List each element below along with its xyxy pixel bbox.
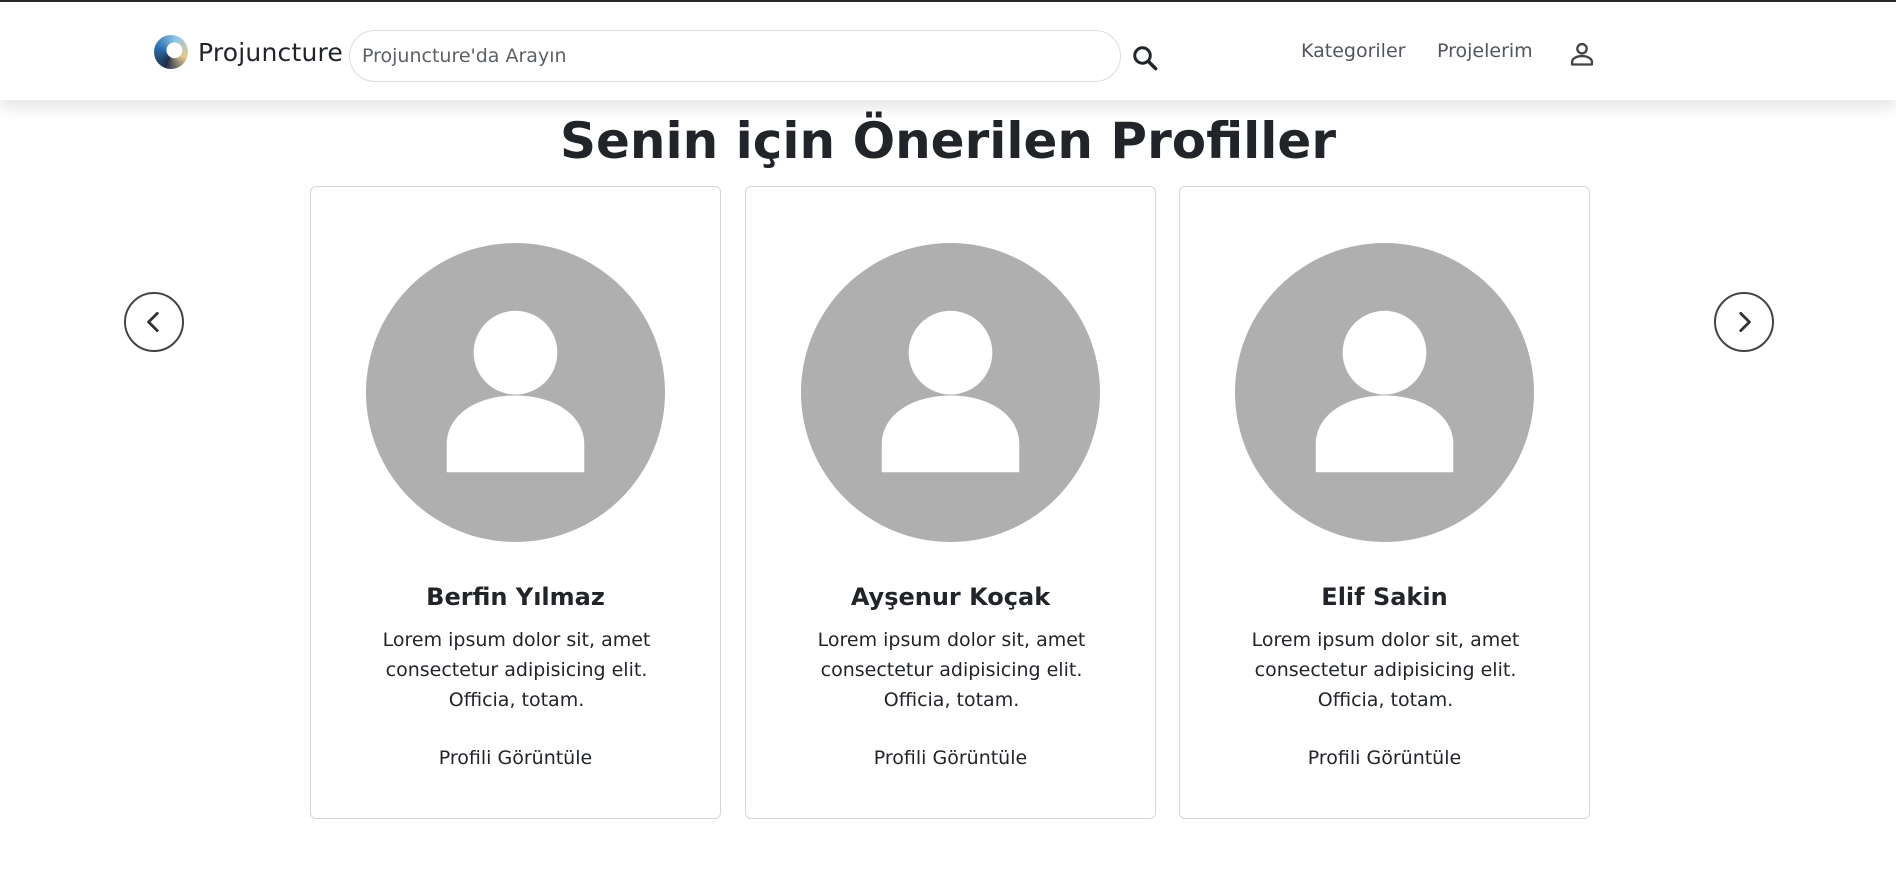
logo-icon xyxy=(154,35,188,69)
profile-name: Berfin Yılmaz xyxy=(426,583,605,611)
search-bar xyxy=(349,30,1121,82)
profile-description: Lorem ipsum dolor sit, amet consectetur … xyxy=(382,629,651,711)
profile-name: Elif Sakin xyxy=(1321,583,1448,611)
carousel-prev-button[interactable] xyxy=(124,292,184,352)
profile-name: Ayşenur Koçak xyxy=(850,583,1051,611)
profile-card: Berfin Yılmaz Lorem ipsum dolor sit, ame… xyxy=(310,186,721,819)
profile-card: Elif Sakin Lorem ipsum dolor sit, amet c… xyxy=(1179,186,1590,819)
view-profile-link[interactable]: Profili Görüntüle xyxy=(746,747,1155,769)
search-button[interactable] xyxy=(1128,42,1162,76)
avatar-placeholder-icon xyxy=(1235,243,1534,542)
user-icon xyxy=(1570,42,1594,66)
carousel-next-button[interactable] xyxy=(1714,292,1774,352)
chevron-right-icon xyxy=(1739,311,1751,333)
view-profile-link[interactable]: Profili Görüntüle xyxy=(1180,747,1589,769)
avatar-placeholder-icon xyxy=(801,243,1100,542)
profile-description: Lorem ipsum dolor sit, amet consectetur … xyxy=(817,629,1086,711)
nav-my-projects[interactable]: Projelerim xyxy=(1437,40,1533,62)
avatar-placeholder-icon xyxy=(366,243,665,542)
view-profile-link[interactable]: Profili Görüntüle xyxy=(311,747,720,769)
page-title: Senin için Önerilen Profiller xyxy=(559,112,1336,170)
user-account-button[interactable] xyxy=(1568,40,1596,68)
search-icon xyxy=(1133,45,1158,70)
brand-name: Projuncture xyxy=(198,37,343,67)
profile-card: Ayşenur Koçak Lorem ipsum dolor sit, ame… xyxy=(745,186,1156,819)
brand-link[interactable]: Projuncture xyxy=(154,32,343,72)
nav-categories[interactable]: Kategoriler xyxy=(1301,40,1405,62)
chevron-left-icon xyxy=(147,311,159,333)
navbar: Projuncture Kategoriler Projelerim xyxy=(0,2,1896,100)
profile-description: Lorem ipsum dolor sit, amet consectetur … xyxy=(1251,629,1520,711)
search-input[interactable] xyxy=(349,30,1121,82)
